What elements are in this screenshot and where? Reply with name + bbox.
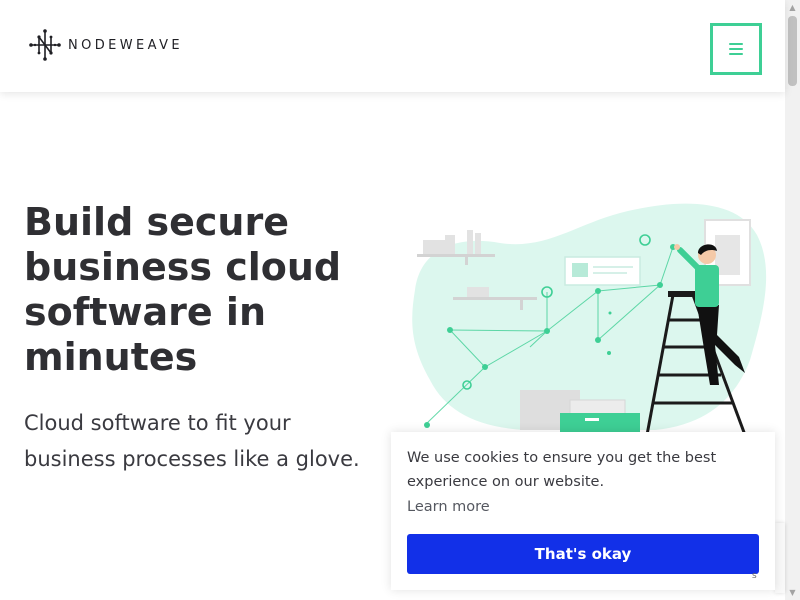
- logo-wordmark: NODEWEAVE: [68, 37, 184, 53]
- person-on-ladder-network-illustration: [412, 203, 767, 435]
- nodeweave-logo-icon: [29, 29, 61, 61]
- learn-more-link[interactable]: Learn more: [407, 499, 490, 515]
- page-scrollbar[interactable]: ▲ ▼: [785, 0, 800, 600]
- site-header: NODEWEAVE: [0, 0, 785, 92]
- hero-headline: Build secure business cloud software in …: [24, 200, 342, 379]
- site-logo[interactable]: NODEWEAVE: [28, 28, 183, 62]
- menu-button[interactable]: [710, 23, 762, 75]
- cookie-banner: We use cookies to ensure you get the bes…: [391, 432, 775, 590]
- scroll-up-arrow-icon[interactable]: ▲: [785, 0, 800, 15]
- cookie-message: We use cookies to ensure you get the bes…: [407, 450, 717, 490]
- accept-cookies-button[interactable]: That's okay: [407, 534, 759, 574]
- scrollbar-thumb[interactable]: [788, 16, 797, 86]
- recaptcha-terms-text: s: [752, 571, 757, 581]
- scroll-down-arrow-icon[interactable]: ▼: [785, 585, 800, 600]
- hero-subheadline: Cloud software to fit your business proc…: [24, 411, 360, 471]
- recaptcha-badge[interactable]: [775, 523, 785, 593]
- hamburger-menu-icon: [729, 43, 743, 55]
